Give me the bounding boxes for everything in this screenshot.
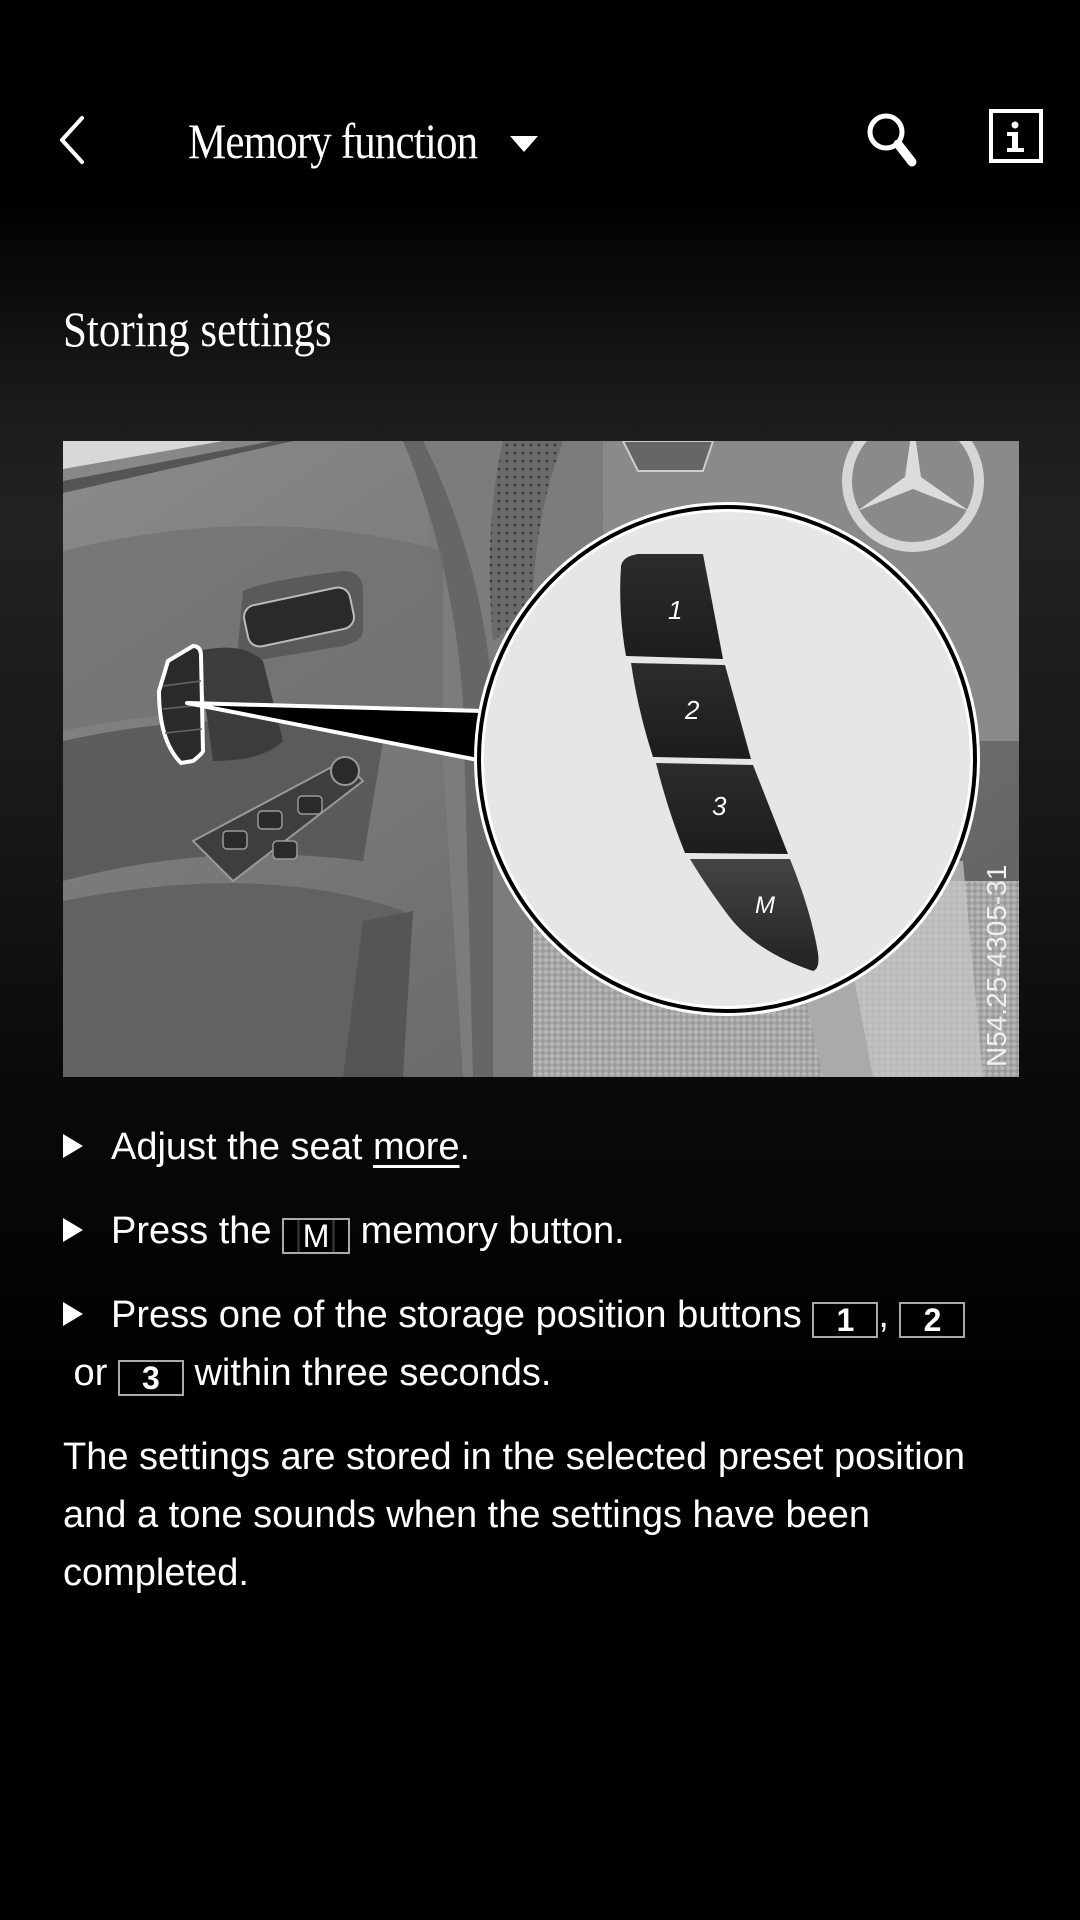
top-app-bar: Memory function xyxy=(0,80,1080,200)
step-1-suffix: . xyxy=(459,1126,471,1168)
search-icon xyxy=(867,113,917,167)
page-title: Memory function xyxy=(188,113,478,169)
step-3-separator: , xyxy=(878,1294,900,1336)
image-reference-code: N54.25-4305-31 xyxy=(981,865,1012,1067)
step-1-text: Adjust the seat xyxy=(111,1126,373,1168)
instructions: Adjust the seat more. Press the M memory… xyxy=(63,1118,1023,1602)
memory-key-2: 2 xyxy=(899,1302,966,1338)
page-title-dropdown[interactable]: Memory function xyxy=(188,106,538,176)
button-label-m: M xyxy=(755,892,775,919)
step-3-separator: or xyxy=(63,1352,118,1394)
chevron-left-icon xyxy=(60,116,84,164)
back-button[interactable] xyxy=(48,108,100,172)
illustration: 1 2 3 M N54.25-4305-31 xyxy=(63,441,1019,1077)
search-button[interactable] xyxy=(862,108,924,170)
info-icon xyxy=(989,109,1043,163)
button-label-2: 2 xyxy=(684,695,700,725)
button-label-3: 3 xyxy=(712,791,727,821)
caret-down-icon xyxy=(510,136,538,152)
step-3-suffix: within three seconds. xyxy=(183,1352,552,1394)
step-1: Adjust the seat more. xyxy=(63,1118,1023,1176)
info-button[interactable] xyxy=(988,108,1044,164)
triangle-bullet-icon xyxy=(63,1302,83,1326)
step-2-suffix: memory button. xyxy=(350,1210,625,1252)
step-2-text: Press the xyxy=(111,1210,283,1252)
magnifier xyxy=(474,502,980,1016)
memory-key-m: M xyxy=(282,1218,351,1254)
memory-key-3: 3 xyxy=(117,1360,184,1396)
memory-key-1: 1 xyxy=(812,1302,879,1338)
button-label-1: 1 xyxy=(668,595,682,625)
triangle-bullet-icon xyxy=(63,1218,83,1242)
step-3-text: Press one of the storage position button… xyxy=(111,1294,813,1336)
triangle-bullet-icon xyxy=(63,1134,83,1158)
section-heading: Storing settings xyxy=(63,301,332,357)
step-2: Press the M memory button. xyxy=(63,1202,1023,1260)
step-3: Press one of the storage position button… xyxy=(63,1286,1023,1402)
seat-memory-illustration: 1 2 3 M N54.25-4305-31 xyxy=(63,441,1019,1077)
more-link[interactable]: more xyxy=(373,1126,460,1168)
result-paragraph: The settings are stored in the selected … xyxy=(63,1436,965,1594)
